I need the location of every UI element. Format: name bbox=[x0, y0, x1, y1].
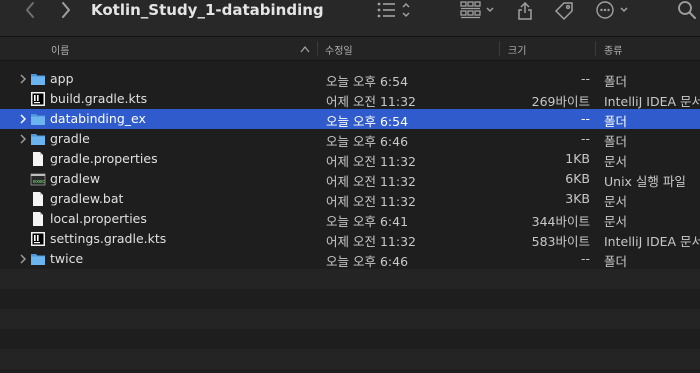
file-size: 269바이트 bbox=[531, 94, 590, 109]
folder-icon bbox=[30, 251, 46, 267]
terminal-file-icon: exec bbox=[30, 171, 46, 187]
tag-icon[interactable] bbox=[553, 0, 575, 22]
forward-icon[interactable] bbox=[58, 0, 74, 22]
folder-icon bbox=[30, 131, 46, 147]
file-row[interactable]: settings.gradle.kts 어제 오전 11:32 583바이트 Inte… bbox=[0, 229, 700, 249]
toolbar: Kotlin_Study_1-databinding bbox=[0, 0, 700, 37]
file-size: -- bbox=[580, 71, 590, 86]
file-kind: 폴더 bbox=[604, 74, 628, 89]
column-divider[interactable] bbox=[595, 41, 596, 56]
file-name: build.gradle.kts bbox=[50, 91, 148, 106]
file-date: 오늘 오후 6:41 bbox=[326, 214, 409, 229]
file-name: gradlew.bat bbox=[50, 191, 124, 206]
file-date: 어제 오전 11:32 bbox=[326, 154, 416, 169]
file-row[interactable]: gradle 오늘 오후 6:46 -- 폴더 bbox=[0, 129, 700, 149]
column-name-header[interactable]: 이름 bbox=[51, 42, 69, 57]
intellij-file-icon bbox=[30, 91, 46, 107]
file-kind: 폴더 bbox=[604, 114, 628, 129]
document-icon bbox=[30, 211, 46, 227]
file-date: 어제 오전 11:32 bbox=[326, 94, 416, 109]
file-name: gradle.properties bbox=[50, 151, 158, 166]
file-size: 3KB bbox=[565, 191, 590, 206]
disclosure-chevron-icon[interactable] bbox=[18, 253, 28, 265]
document-icon bbox=[30, 151, 46, 167]
file-size: 6KB bbox=[565, 171, 590, 186]
file-name: gradlew bbox=[50, 171, 101, 186]
file-name: twice bbox=[50, 251, 84, 266]
file-kind: 폴더 bbox=[604, 254, 628, 269]
file-row[interactable]: databinding_ex 오늘 오후 6:54 -- 폴더 bbox=[0, 109, 700, 129]
file-list: app 오늘 오후 6:54 -- 폴더 build.gradle.kts 어제 오전 1… bbox=[0, 69, 700, 369]
column-kind-header[interactable]: 종류 bbox=[604, 42, 622, 57]
file-name: app bbox=[50, 71, 74, 86]
file-row[interactable]: twice 오늘 오후 6:46 -- 폴더 bbox=[0, 249, 700, 269]
file-size: -- bbox=[580, 131, 590, 146]
file-date: 오늘 오후 6:46 bbox=[326, 134, 409, 149]
column-date-header[interactable]: 수정일 bbox=[325, 42, 353, 57]
file-kind: 문서 bbox=[604, 194, 628, 209]
more-actions-icon[interactable] bbox=[594, 0, 634, 22]
file-kind: IntelliJ IDEA 문서 bbox=[604, 234, 700, 249]
svg-text:exec: exec bbox=[33, 179, 45, 185]
empty-row bbox=[0, 329, 700, 349]
file-size: -- bbox=[580, 251, 590, 266]
file-name: local.properties bbox=[50, 211, 147, 226]
file-size: 344바이트 bbox=[531, 214, 590, 229]
window-title: Kotlin_Study_1-databinding bbox=[91, 1, 324, 19]
empty-row bbox=[0, 269, 700, 289]
file-name: databinding_ex bbox=[50, 111, 146, 126]
file-date: 오늘 오후 6:46 bbox=[326, 254, 409, 269]
list-view-icon[interactable] bbox=[374, 0, 414, 22]
folder-icon bbox=[30, 71, 46, 87]
file-row[interactable]: app 오늘 오후 6:54 -- 폴더 bbox=[0, 69, 700, 89]
disclosure-chevron-icon[interactable] bbox=[18, 113, 28, 125]
file-kind: 문서 bbox=[604, 154, 628, 169]
file-size: 1KB bbox=[565, 151, 590, 166]
file-row[interactable]: build.gradle.kts 어제 오전 11:32 269바이트 Intelli… bbox=[0, 89, 700, 109]
file-kind: 문서 bbox=[604, 214, 628, 229]
share-icon[interactable] bbox=[515, 0, 535, 22]
file-name: gradle bbox=[50, 131, 90, 146]
empty-row bbox=[0, 349, 700, 369]
column-header: 이름 수정일 크기 종류 bbox=[0, 37, 700, 61]
file-date: 오늘 오후 6:54 bbox=[326, 74, 409, 89]
file-date: 어제 오전 11:32 bbox=[326, 234, 416, 249]
file-date: 어제 오전 11:32 bbox=[326, 194, 416, 209]
column-divider[interactable] bbox=[317, 41, 318, 56]
file-row[interactable]: gradlew.bat 어제 오전 11:32 3KB 문서 bbox=[0, 189, 700, 209]
back-icon[interactable] bbox=[22, 0, 38, 22]
sort-ascending-icon bbox=[300, 45, 310, 53]
intellij-file-icon bbox=[30, 231, 46, 247]
column-divider[interactable] bbox=[499, 41, 500, 56]
search-icon[interactable] bbox=[676, 0, 700, 22]
disclosure-chevron-icon[interactable] bbox=[18, 133, 28, 145]
column-size-header[interactable]: 크기 bbox=[508, 42, 526, 57]
group-view-icon[interactable] bbox=[458, 0, 498, 22]
file-row[interactable]: exec gradlew 어제 오전 11:32 6KB Unix 실행 파일 bbox=[0, 169, 700, 189]
file-date: 어제 오전 11:32 bbox=[326, 174, 416, 189]
file-kind: 폴더 bbox=[604, 134, 628, 149]
file-kind: Unix 실행 파일 bbox=[604, 174, 686, 189]
file-kind: IntelliJ IDEA 문서 bbox=[604, 94, 700, 109]
file-row[interactable]: local.properties 오늘 오후 6:41 344바이트 문서 bbox=[0, 209, 700, 229]
file-row[interactable]: gradle.properties 어제 오전 11:32 1KB 문서 bbox=[0, 149, 700, 169]
file-date: 오늘 오후 6:54 bbox=[326, 114, 409, 129]
disclosure-chevron-icon[interactable] bbox=[18, 73, 28, 85]
folder-icon bbox=[30, 111, 46, 127]
file-size: 583바이트 bbox=[531, 234, 590, 249]
document-icon bbox=[30, 191, 46, 207]
empty-row bbox=[0, 309, 700, 329]
file-name: settings.gradle.kts bbox=[50, 231, 167, 246]
file-size: -- bbox=[580, 111, 590, 126]
empty-row bbox=[0, 289, 700, 309]
